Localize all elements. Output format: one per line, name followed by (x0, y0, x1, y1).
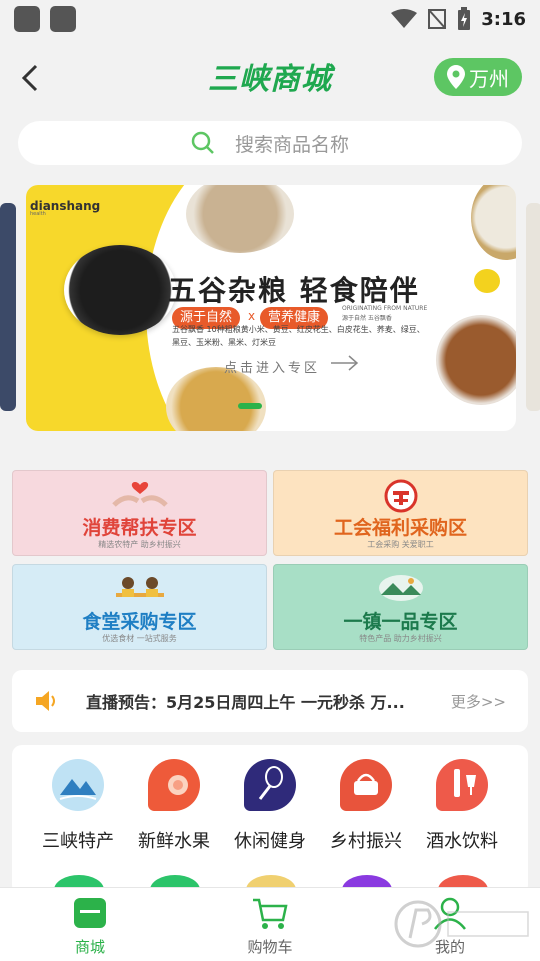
category-item[interactable]: 新鲜水果 (126, 759, 222, 853)
carousel-indicators (238, 403, 290, 409)
walnut-bowl-image (436, 315, 516, 405)
banner-carousel[interactable]: dianshang health 五谷杂粮 轻食陪伴 源于自然 x 营养健康 O… (0, 185, 540, 431)
zone-consumption-aid[interactable]: 消费帮扶专区 精选农特产 助乡村振兴 (12, 470, 267, 556)
search-placeholder: 搜索商品名称 (234, 133, 349, 156)
zone-subtitle: 特色产品 助力乡村振兴 (359, 634, 442, 643)
banner-details: 五谷飘香 10种粗粮黄小米、黄豆、红皮花生、白皮花生、荞麦、绿豆、黑豆、玉米粉、… (172, 325, 425, 347)
hands-heart-icon (111, 482, 168, 507)
zone-title: 食堂采购专区 (82, 611, 197, 633)
zone-title: 消费帮扶专区 (82, 517, 197, 539)
fruit-icon (148, 759, 200, 811)
status-indicators: 3:16 (391, 0, 526, 38)
lemon-image (474, 269, 500, 293)
zone-union-welfare[interactable]: 工会福利采购区 工会采购 关爱职工 (273, 470, 528, 556)
banner-enter-text[interactable]: 点击进入专区 (224, 357, 320, 376)
carousel-dot-active[interactable] (238, 403, 262, 409)
location-button[interactable]: 万州 (434, 58, 522, 96)
next-slide-peek[interactable] (526, 203, 540, 411)
no-signal-icon (428, 9, 447, 29)
announcement-text: 直播预告：5月25日周四上午 一元秒杀 万... (86, 693, 405, 712)
zone-title: 一镇一品专区 (343, 611, 458, 633)
badminton-icon (244, 759, 296, 811)
mountain-icon (52, 759, 104, 811)
zone-subtitle: 精选农特产 助乡村振兴 (98, 540, 181, 549)
speaker-icon (36, 691, 55, 711)
location-pin-icon (447, 65, 465, 89)
clock: 3:16 (481, 8, 526, 30)
zone-title: 工会福利采购区 (333, 517, 467, 539)
zone-subtitle: 工会采购 关爱职工 (367, 540, 434, 549)
tab-cart[interactable]: 购物车 (220, 896, 320, 957)
arrow-right-icon (331, 355, 359, 371)
zone-grid: 消费帮扶专区 精选农特产 助乡村振兴 工会福利采购区 工会采购 关爱职工 食堂采… (12, 470, 528, 652)
tab-shop[interactable]: 商城 (40, 896, 140, 957)
black-sesame-bowl-image (64, 245, 176, 335)
category-item[interactable]: 酒水饮料 (414, 759, 510, 853)
category-label: 酒水饮料 (426, 831, 498, 852)
notification-icon (14, 6, 40, 32)
banner-tag-separator: x (248, 309, 256, 323)
notification-icon-2 (50, 6, 76, 32)
wine-icon (436, 759, 488, 811)
tab-label: 商城 (74, 938, 105, 956)
zone-canteen-purchase[interactable]: 食堂采购专区 优选食材 一站式服务 (12, 564, 267, 650)
zone-one-town-one-product[interactable]: 一镇一品专区 特色产品 助力乡村振兴 (273, 564, 528, 650)
tab-label: 购物车 (247, 938, 293, 956)
status-bar: 3:16 (0, 0, 540, 38)
prev-slide-peek[interactable] (0, 203, 16, 411)
rice-basket-image (471, 185, 516, 260)
search-bar[interactable]: 搜索商品名称 (18, 121, 522, 165)
location-label: 万州 (469, 66, 509, 91)
basket-icon (340, 759, 392, 811)
banner-slide[interactable]: dianshang health 五谷杂粮 轻食陪伴 源于自然 x 营养健康 O… (26, 185, 516, 431)
category-grid: 三峡特产 新鲜水果 休闲健身 乡村振兴 酒水饮料 (12, 745, 528, 895)
category-label: 三峡特产 (42, 831, 114, 852)
banner-brand-sub: health (30, 211, 46, 217)
category-label: 新鲜水果 (138, 831, 210, 852)
union-emblem-icon (384, 479, 417, 513)
carousel-dot[interactable] (268, 403, 276, 409)
shop-icon (74, 898, 106, 928)
search-icon (191, 131, 214, 154)
landscape-icon (378, 575, 423, 601)
banner-title: 五谷杂粮 轻食陪伴 (168, 274, 420, 307)
announcement-bar[interactable]: 直播预告：5月25日周四上午 一元秒杀 万... 更多>> (12, 670, 528, 732)
carousel-dot[interactable] (282, 403, 290, 409)
top-bar: 三峡商城 万州 (0, 38, 540, 118)
category-label: 休闲健身 (234, 831, 306, 852)
banner-english-line: ORIGINATING FROM NATURE (342, 305, 428, 312)
banner-english-line-2: 源于自然 五谷飘香 (342, 315, 392, 322)
wifi-icon (391, 9, 418, 28)
category-item[interactable]: 休闲健身 (222, 759, 318, 853)
cart-icon (253, 898, 288, 929)
category-item[interactable]: 乡村振兴 (318, 759, 414, 853)
battery-icon (458, 7, 471, 30)
category-label: 乡村振兴 (330, 831, 402, 852)
canteen-people-icon (115, 577, 164, 597)
more-link[interactable]: 更多>> (451, 691, 506, 712)
category-item[interactable]: 三峡特产 (30, 759, 126, 853)
watermark-logo (394, 900, 529, 948)
zone-subtitle: 优选食材 一站式服务 (102, 634, 177, 643)
